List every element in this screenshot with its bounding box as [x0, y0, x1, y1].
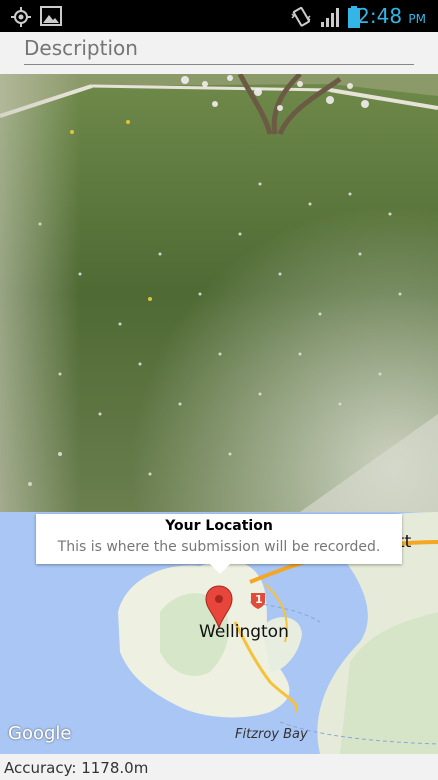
- google-logo: Google: [8, 723, 72, 744]
- signal-icon: [321, 8, 339, 27]
- submission-photo: [0, 74, 438, 512]
- status-bar: 2:48 PM: [0, 0, 438, 32]
- description-row: [0, 32, 438, 74]
- description-field[interactable]: [24, 32, 414, 65]
- city-label: Wellington: [199, 622, 289, 642]
- map-info-window[interactable]: Your Location This is where the submissi…: [36, 514, 402, 574]
- clock-ampm: PM: [408, 12, 426, 26]
- info-window-tail: [210, 564, 230, 574]
- route-number: 1: [255, 593, 263, 606]
- info-window-subtitle: This is where the submission will be rec…: [57, 539, 381, 555]
- info-window-title: Your Location: [165, 518, 273, 534]
- vibrate-icon: [291, 6, 311, 27]
- bay-label: Fitzroy Bay: [235, 727, 308, 742]
- clock-time: 2:48: [357, 4, 403, 28]
- accuracy-text: Accuracy: 1178.0m: [0, 756, 438, 779]
- photo-image: [0, 74, 438, 512]
- image-notification-icon: [40, 6, 62, 26]
- gps-icon: [11, 7, 31, 27]
- clock: 2:48 PM: [357, 4, 426, 28]
